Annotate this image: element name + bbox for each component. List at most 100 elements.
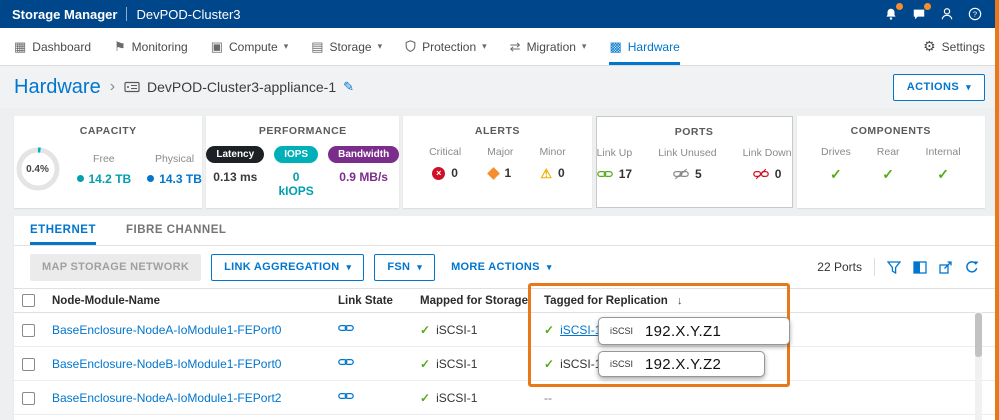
help-icon[interactable]: ? [967, 6, 983, 22]
capacity-gauge: 0.4% [15, 146, 61, 192]
chevron-down-icon: ▾ [417, 262, 422, 273]
table-row[interactable]: BaseEnclosure-NodeB-IoModule1-FEPort0 ✓i… [14, 347, 995, 381]
mapped-network: iSCSI-1 [436, 391, 477, 405]
latency-pill: Latency [206, 146, 264, 163]
sort-descending-icon: ↓ [677, 295, 683, 307]
free-legend-dot [77, 175, 84, 182]
column-tagged-for-replication[interactable]: Tagged for Replication ↓ [536, 289, 995, 313]
internal-ok-check-icon: ✓ [937, 166, 949, 183]
nav-monitoring[interactable]: ⚑ Monitoring [114, 28, 188, 65]
tab-fibre-channel[interactable]: FIBRE CHANNEL [126, 216, 226, 245]
user-account-icon[interactable] [939, 6, 955, 22]
bandwidth-pill: Bandwidth [328, 146, 399, 163]
column-mapped-for-storage[interactable]: Mapped for Storage [412, 289, 536, 313]
link-aggregation-label: LINK AGGREGATION [224, 261, 339, 273]
nav-migration[interactable]: ⇄ Migration ▾ [510, 28, 587, 65]
nav-protection-label: Protection [422, 40, 476, 54]
messages-chat-icon[interactable] [911, 6, 927, 22]
link-unused-count: 5 [695, 167, 702, 181]
major-alerts: Major 1 [487, 146, 513, 180]
rear-label: Rear [877, 146, 900, 158]
internal-status: Internal ✓ [926, 146, 961, 183]
ports-card[interactable]: PORTS Link Up 17 Link Unused 5 Link Down [596, 116, 793, 208]
nav-compute[interactable]: ▣ Compute ▾ [211, 28, 289, 65]
column-link-state[interactable]: Link State [330, 289, 412, 313]
tab-ethernet[interactable]: ETHERNET [30, 216, 96, 245]
dashboard-icon: ▦ [14, 40, 26, 53]
tagged-network-link[interactable]: iSCSI-1 [560, 323, 601, 337]
critical-alert-icon: × [432, 167, 445, 180]
nav-settings[interactable]: ⚙ Settings [923, 28, 985, 65]
capacity-card-title: CAPACITY [14, 125, 202, 137]
column-node-module-name[interactable]: Node-Module-Name [44, 289, 330, 313]
port-name-link[interactable]: BaseEnclosure-NodeB-IoModule1-FEPort0 [52, 357, 281, 371]
nav-settings-label: Settings [942, 40, 985, 54]
chevron-down-icon: ▾ [378, 41, 383, 52]
summary-cards: CAPACITY 0.4% Free 14.2 TB Physical [14, 116, 985, 208]
port-name-link[interactable]: BaseEnclosure-NodeA-IoModule1-FEPort2 [52, 391, 281, 405]
breadcrumb-row: Hardware › DevPOD-Cluster3-appliance-1 ✎… [0, 66, 999, 108]
minor-label: Minor [539, 146, 565, 158]
components-card[interactable]: COMPONENTS Drives ✓ Rear ✓ Internal ✓ [797, 116, 985, 208]
select-all-checkbox[interactable] [22, 294, 35, 307]
physical-legend-dot [147, 175, 154, 182]
header-checkbox-cell [14, 289, 44, 313]
edit-pencil-icon[interactable]: ✎ [343, 79, 354, 95]
actions-button[interactable]: ACTIONS ▾ [893, 74, 985, 101]
breadcrumb-hardware-link[interactable]: Hardware [14, 76, 101, 99]
port-name-link[interactable]: BaseEnclosure-NodeA-IoModule1-FEPort0 [52, 323, 281, 337]
ports-toolbar: MAP STORAGE NETWORK LINK AGGREGATION ▾ F… [14, 246, 995, 288]
ports-table: Node-Module-Name Link State Mapped for S… [14, 288, 995, 415]
more-actions-button[interactable]: MORE ACTIONS ▾ [445, 254, 558, 281]
toolbar-right: 22 Ports [817, 258, 979, 276]
link-down-count: 0 [775, 167, 782, 181]
critical-count: 0 [451, 166, 458, 180]
capacity-card[interactable]: CAPACITY 0.4% Free 14.2 TB Physical [14, 116, 202, 208]
hardware-icon: ▩ [609, 40, 621, 53]
performance-card[interactable]: PERFORMANCE Latency 0.13 ms IOPS 0 kIOPS… [206, 116, 399, 208]
latency-metric: Latency 0.13 ms [206, 146, 264, 198]
chevron-down-icon: ▾ [582, 41, 587, 52]
iops-value: 0 kIOPS [274, 170, 318, 198]
topbar-divider [126, 7, 127, 21]
scrollbar-thumb[interactable] [975, 313, 982, 357]
mapped-check-icon: ✓ [420, 391, 430, 405]
drives-status: Drives ✓ [821, 146, 851, 183]
critical-alerts: Critical ×0 [429, 146, 461, 180]
nav-hardware[interactable]: ▩ Hardware [609, 28, 679, 65]
refresh-icon[interactable] [965, 260, 979, 274]
compute-icon: ▣ [211, 40, 223, 53]
svg-text:?: ? [973, 10, 977, 19]
fsn-label: FSN [387, 261, 410, 273]
table-scrollbar[interactable] [975, 312, 982, 420]
chevron-down-icon: ▾ [284, 41, 289, 52]
nav-storage[interactable]: ▤ Storage ▾ [311, 28, 382, 65]
mapped-network: iSCSI-1 [436, 323, 477, 337]
table-header-row: Node-Module-Name Link State Mapped for S… [14, 289, 995, 313]
row-checkbox[interactable] [22, 324, 35, 337]
map-storage-network-button[interactable]: MAP STORAGE NETWORK [30, 254, 201, 281]
link-aggregation-button[interactable]: LINK AGGREGATION ▾ [211, 254, 364, 281]
minor-alerts: Minor ⚠0 [539, 146, 565, 180]
column-picker-icon[interactable] [913, 261, 927, 274]
table-row[interactable]: BaseEnclosure-NodeA-IoModule1-FEPort2 ✓ i… [14, 381, 995, 415]
major-count: 1 [504, 166, 511, 180]
export-icon[interactable] [939, 261, 953, 274]
row-checkbox[interactable] [22, 358, 35, 371]
tagged-network-empty: -- [544, 391, 552, 405]
nav-dashboard[interactable]: ▦ Dashboard [14, 28, 91, 65]
filter-icon[interactable] [887, 261, 901, 274]
ports-count: 22 Ports [817, 260, 862, 274]
row-checkbox[interactable] [22, 392, 35, 405]
monitoring-flag-icon: ⚑ [114, 40, 126, 53]
table-row[interactable]: BaseEnclosure-NodeA-IoModule1-FEPort0 ✓i… [14, 313, 995, 347]
fsn-button[interactable]: FSN ▾ [374, 254, 435, 281]
notifications-bell-icon[interactable] [883, 6, 899, 22]
mapped-check-icon: ✓ [420, 357, 430, 371]
nav-protection[interactable]: Protection ▾ [405, 28, 487, 65]
alerts-card[interactable]: ALERTS Critical ×0 Major 1 Minor ⚠0 [403, 116, 591, 208]
tagged-check-icon: ✓ [544, 357, 554, 371]
capacity-free-metric: Free 14.2 TB [77, 153, 132, 186]
breadcrumb: Hardware › DevPOD-Cluster3-appliance-1 ✎ [14, 76, 354, 99]
ports-panel: ETHERNET FIBRE CHANNEL MAP STORAGE NETWO… [14, 216, 995, 420]
